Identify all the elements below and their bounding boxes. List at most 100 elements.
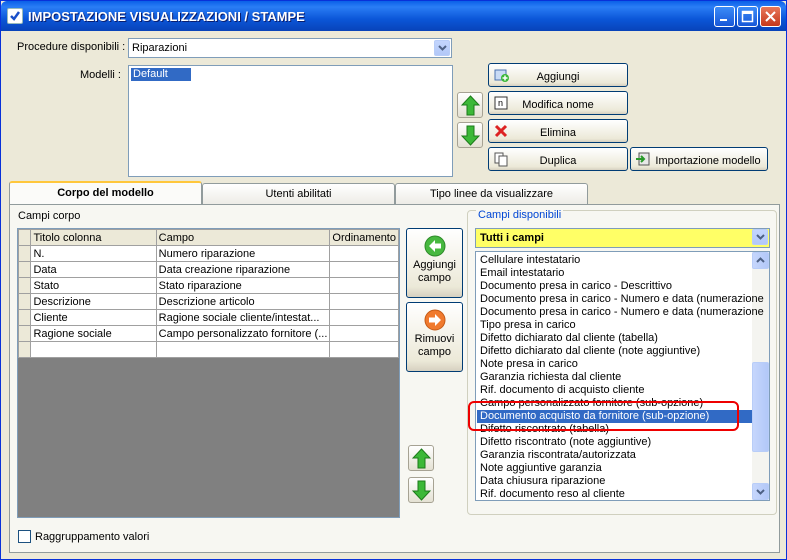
list-item[interactable]: Difetto dichiarato dal cliente (tabella): [480, 332, 658, 345]
row-selector[interactable]: [18, 261, 32, 278]
list-item[interactable]: Cellulare intestatario: [480, 254, 580, 267]
procedure-value: Riparazioni: [132, 42, 188, 54]
table-cell[interactable]: Campo personalizzato fornitore (...: [155, 325, 331, 342]
list-item[interactable]: Garanzia riscontrata/autorizzata: [480, 449, 636, 462]
row-selector-header: [18, 229, 32, 246]
table-cell[interactable]: [30, 341, 157, 358]
campi-corpo-grid[interactable]: Titolo colonna Campo Ordinamento N. Numer…: [17, 228, 400, 518]
import-model-button[interactable]: Importazione modello: [630, 147, 768, 171]
column-header[interactable]: Ordinamento: [329, 229, 399, 246]
row-selector[interactable]: [18, 277, 32, 294]
table-cell[interactable]: Ragione sociale cliente/intestat...: [155, 309, 331, 326]
tab-corpo-del-modello[interactable]: Corpo del modello: [9, 181, 202, 205]
close-button[interactable]: [760, 6, 781, 27]
table-cell[interactable]: [329, 261, 399, 278]
table-cell[interactable]: Ragione sociale: [30, 325, 157, 342]
table-row[interactable]: Data Data creazione riparazione: [18, 261, 399, 278]
table-row[interactable]: N. Numero riparazione: [18, 245, 399, 262]
table-row[interactable]: Ragione sociale Campo personalizzato forn…: [18, 325, 399, 342]
add-field-button[interactable]: Aggiungi campo: [406, 228, 463, 298]
table-cell[interactable]: Stato riparazione: [155, 277, 331, 294]
rename-model-label: Modifica nome: [522, 99, 594, 111]
arrow-up-icon: [461, 95, 480, 116]
remove-field-label-1: Rimuovi: [414, 333, 455, 345]
delete-model-button[interactable]: Elimina: [488, 119, 628, 143]
arrow-down-icon: [461, 125, 480, 146]
table-row[interactable]: Cliente Ragione sociale cliente/intestat.…: [18, 309, 399, 326]
row-selector[interactable]: [18, 309, 32, 326]
column-header[interactable]: Campo: [155, 229, 331, 246]
scroll-up-button[interactable]: [752, 252, 769, 269]
table-cell[interactable]: N.: [30, 245, 157, 262]
field-move-up-button[interactable]: [408, 445, 434, 471]
table-cell[interactable]: [329, 245, 399, 262]
modelli-item[interactable]: Default: [131, 68, 191, 81]
table-cell[interactable]: Cliente: [30, 309, 157, 326]
row-selector[interactable]: [18, 293, 32, 310]
arrow-right-circle-icon: [424, 309, 445, 331]
scroll-thumb[interactable]: [752, 362, 769, 452]
maximize-button[interactable]: [737, 6, 758, 27]
delete-model-label: Elimina: [539, 127, 577, 139]
move-up-button[interactable]: [457, 92, 483, 118]
table-cell[interactable]: Numero riparazione: [155, 245, 331, 262]
field-move-down-button[interactable]: [408, 477, 434, 503]
list-item[interactable]: Email intestatario: [480, 267, 564, 280]
list-item[interactable]: Note presa in carico: [480, 358, 578, 371]
main-window: IMPOSTAZIONE VISUALIZZAZIONI / STAMPE Pr…: [0, 0, 787, 560]
add-model-button[interactable]: Aggiungi: [488, 63, 628, 87]
remove-field-label-2: campo: [417, 346, 452, 358]
list-item[interactable]: Tipo presa in carico: [480, 319, 576, 332]
table-cell[interactable]: [329, 277, 399, 294]
tab-tipo-linee[interactable]: Tipo linee da visualizzare: [395, 183, 588, 205]
list-item[interactable]: Rif. documento reso al cliente: [480, 488, 625, 500]
add-field-label-1: Aggiungi: [413, 259, 456, 271]
campi-disponibili-list[interactable]: Cellulare intestatario Email intestatario…: [475, 251, 770, 501]
scroll-down-button[interactable]: [752, 483, 769, 500]
chevron-down-icon[interactable]: [752, 229, 768, 245]
remove-field-button[interactable]: Rimuovi campo: [406, 302, 463, 372]
table-cell[interactable]: Stato: [30, 277, 157, 294]
move-down-button[interactable]: [457, 122, 483, 148]
list-item[interactable]: Garanzia richiesta dal cliente: [480, 371, 621, 384]
table-row[interactable]: Stato Stato riparazione: [18, 277, 399, 294]
table-cell[interactable]: Descrizione: [30, 293, 157, 310]
table-cell[interactable]: [155, 341, 331, 358]
list-item[interactable]: Documento presa in carico - Numero e dat…: [480, 306, 764, 319]
tab-bar: Corpo del modello Utenti abilitati Tipo …: [9, 181, 778, 205]
modelli-list[interactable]: Default: [128, 65, 453, 177]
table-cell[interactable]: Data creazione riparazione: [155, 261, 331, 278]
raggruppamento-checkbox[interactable]: [18, 530, 31, 543]
procedure-select[interactable]: Riparazioni: [128, 38, 452, 58]
column-header[interactable]: Titolo colonna: [30, 229, 157, 246]
list-item[interactable]: Rif. documento di acquisto cliente: [480, 384, 644, 397]
list-item[interactable]: Difetto riscontrato (note aggiuntive): [480, 436, 651, 449]
campi-filter-select[interactable]: Tutti i campi: [475, 228, 770, 248]
rename-model-button[interactable]: n Modifica nome: [488, 91, 628, 115]
row-selector[interactable]: [18, 245, 32, 262]
list-item[interactable]: Note aggiuntive garanzia: [480, 462, 602, 475]
arrow-up-icon: [412, 448, 431, 469]
tab-utenti-abilitati[interactable]: Utenti abilitati: [202, 183, 395, 205]
table-row[interactable]: Descrizione Descrizione articolo: [18, 293, 399, 310]
table-cell[interactable]: [329, 309, 399, 326]
table-row[interactable]: [18, 341, 399, 358]
list-item[interactable]: Documento presa in carico - Descrittivo: [480, 280, 672, 293]
filter-dropdown[interactable]: [751, 228, 769, 248]
table-cell[interactable]: Descrizione articolo: [155, 293, 331, 310]
row-selector[interactable]: [18, 325, 32, 342]
list-item[interactable]: Data chiusura riparazione: [480, 475, 605, 488]
vertical-scrollbar[interactable]: [752, 252, 769, 500]
list-item[interactable]: Documento presa in carico - Numero e dat…: [480, 293, 764, 306]
raggruppamento-label: Raggruppamento valori: [35, 531, 150, 543]
table-cell[interactable]: [329, 341, 399, 358]
row-selector[interactable]: [18, 341, 32, 358]
table-cell[interactable]: [329, 293, 399, 310]
minimize-button[interactable]: [714, 6, 735, 27]
table-cell[interactable]: Data: [30, 261, 157, 278]
table-cell[interactable]: [329, 325, 399, 342]
chevron-down-icon[interactable]: [434, 40, 450, 56]
duplicate-model-button[interactable]: Duplica: [488, 147, 628, 171]
list-item[interactable]: Difetto dichiarato dal cliente (note agg…: [480, 345, 700, 358]
title-bar[interactable]: IMPOSTAZIONE VISUALIZZAZIONI / STAMPE: [1, 1, 786, 31]
